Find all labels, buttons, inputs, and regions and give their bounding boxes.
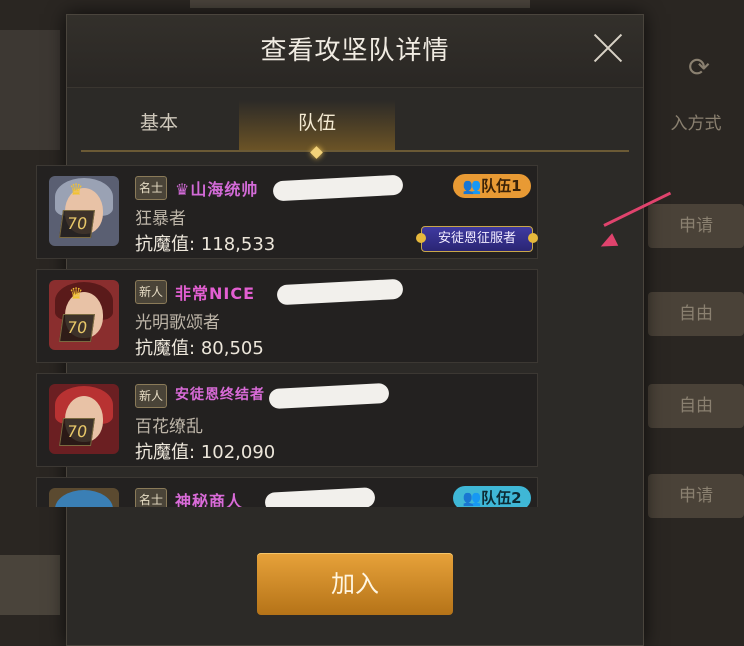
member-row[interactable]: ♛ 70 名士 ♛山海统帅 狂暴者 抗魔值: 118,533 👥队伍1 安徒恩征… [36,165,538,259]
avatar [49,488,119,507]
member-list[interactable]: ♛ 70 名士 ♛山海统帅 狂暴者 抗魔值: 118,533 👥队伍1 安徒恩征… [36,165,540,507]
team-badge: 👥队伍2 [453,486,531,507]
member-title: 神秘商人 [175,492,244,507]
power-value: 118,533 [200,234,276,255]
member-job: 狂暴者 [135,209,186,229]
team-people-icon: 👥 [462,177,482,195]
redacted-name [276,278,404,306]
close-icon[interactable] [591,31,625,65]
member-title: ♛山海统帅 [175,176,258,200]
member-job: 光明歌颂者 [135,313,220,333]
crown-icon: ♛ [69,180,84,199]
avatar: ♛ 70 [49,176,119,246]
background-join-method-label: 入方式 [670,114,722,134]
team-badge-label: 队伍1 [481,177,522,195]
rank-badge: 名士 [135,488,167,507]
member-title-text: 山海统帅 [190,180,259,199]
background-left-strip [0,30,60,150]
member-row[interactable]: 名士 神秘商人 👥队伍2 [36,477,538,507]
member-title: 非常NICE [175,284,256,303]
member-power: 抗魔值: 102,090 [135,438,275,464]
background-left-strip-lower [0,555,60,615]
level-badge: 70 [59,418,95,446]
tab-basic[interactable]: 基本 [81,100,237,150]
title-crown-icon: ♛ [175,180,191,199]
redacted-name [268,382,390,410]
avatar: 70 [49,384,119,454]
member-title: 安徒恩终结者 [175,387,265,403]
tab-bar: 基本 队伍 [81,88,629,159]
background-row-label-1: 申请 [648,204,744,248]
tab-team[interactable]: 队伍 [239,100,395,159]
power-value: 80,505 [200,338,264,359]
modal-title: 查看攻坚队详情 [67,15,643,88]
join-button[interactable]: 加入 [257,553,453,615]
avatar: ♛ 70 [49,280,119,350]
avatar-hair [55,490,113,507]
background-top-bar [190,0,530,8]
level-badge: 70 [59,210,95,238]
rank-badge: 新人 [135,280,167,304]
member-power: 抗魔值: 118,533 [135,230,275,256]
power-label: 抗魔值: [135,234,196,255]
tab-active-indicator-icon [310,146,323,159]
power-value: 102,090 [200,442,276,463]
crown-icon: ♛ [69,284,84,303]
team-badge-label: 队伍2 [481,489,522,507]
background-refresh-icon: ⟳ [688,53,710,83]
level-badge: 70 [59,314,95,342]
background-row-label-3: 自由 [648,384,744,428]
redacted-name [264,487,376,507]
power-label: 抗魔值: [135,338,196,359]
power-label: 抗魔值: [135,442,196,463]
rank-badge: 名士 [135,176,167,200]
team-people-icon: 👥 [462,489,482,507]
member-row[interactable]: ♛ 70 新人 非常NICE 光明歌颂者 抗魔值: 80,505 [36,269,538,363]
team-badge: 👥队伍1 [453,174,531,198]
member-power: 抗魔值: 80,505 [135,334,264,360]
redacted-name [272,174,404,202]
achievement-badge: 安徒恩征服者 [416,226,538,252]
tab-team-label: 队伍 [297,112,336,134]
member-job: 百花缭乱 [135,417,203,437]
rank-badge: 新人 [135,384,167,408]
member-row[interactable]: 70 新人 安徒恩终结者 百花缭乱 抗魔值: 102,090 [36,373,538,467]
background-row-label-4: 申请 [648,474,744,518]
background-row-label-2: 自由 [648,292,744,336]
